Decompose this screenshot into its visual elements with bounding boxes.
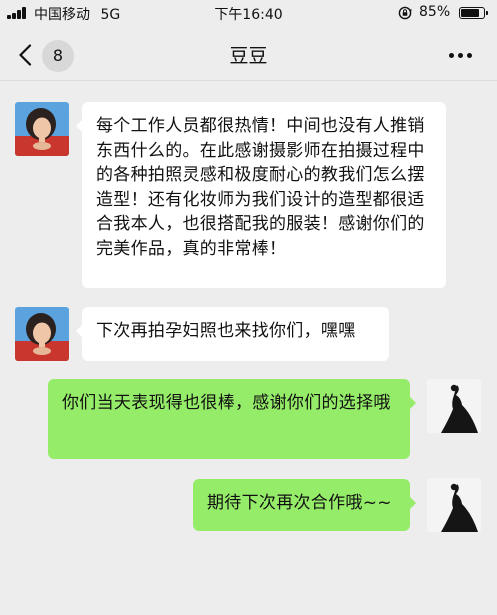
message-bubble-incoming[interactable]: 下次再拍孕妇照也来找你们，嘿嘿 [76,307,389,361]
user-avatar[interactable] [427,478,481,532]
contact-avatar-image [15,307,69,361]
header-divider [0,80,497,81]
message-text: 每个工作人员都很热情！中间也没有人推销东西什么的。在此感谢摄影师在拍摄过程中的各… [96,116,425,259]
rotation-lock-icon [398,6,412,20]
more-dots-icon [449,53,454,58]
battery-percent: 85% [419,4,451,20]
user-avatar[interactable] [427,379,481,433]
more-options-button[interactable] [440,42,480,68]
message-bubble-outgoing[interactable]: 你们当天表现得也很棒，感谢你们的选择哦 [48,379,416,459]
contact-avatar[interactable] [15,102,69,156]
user-avatar-image [427,379,481,433]
user-avatar-image [427,478,481,532]
contact-avatar[interactable] [15,307,69,361]
contact-avatar-image [15,102,69,156]
battery-icon [459,7,488,19]
chat-header: 8 豆豆 [0,28,497,80]
message-text: 期待下次再次合作哦~~ [207,493,392,513]
status-bar: 中国移动 5G 下午16:40 85% [0,0,497,26]
message-bubble-incoming[interactable]: 每个工作人员都很热情！中间也没有人推销东西什么的。在此感谢摄影师在拍摄过程中的各… [76,102,446,288]
chat-title: 豆豆 [229,45,268,67]
message-text: 你们当天表现得也很棒，感谢你们的选择哦 [62,393,391,413]
message-text: 下次再拍孕妇照也来找你们，嘿嘿 [96,321,356,341]
message-bubble-outgoing[interactable]: 期待下次再次合作哦~~ [193,479,416,531]
